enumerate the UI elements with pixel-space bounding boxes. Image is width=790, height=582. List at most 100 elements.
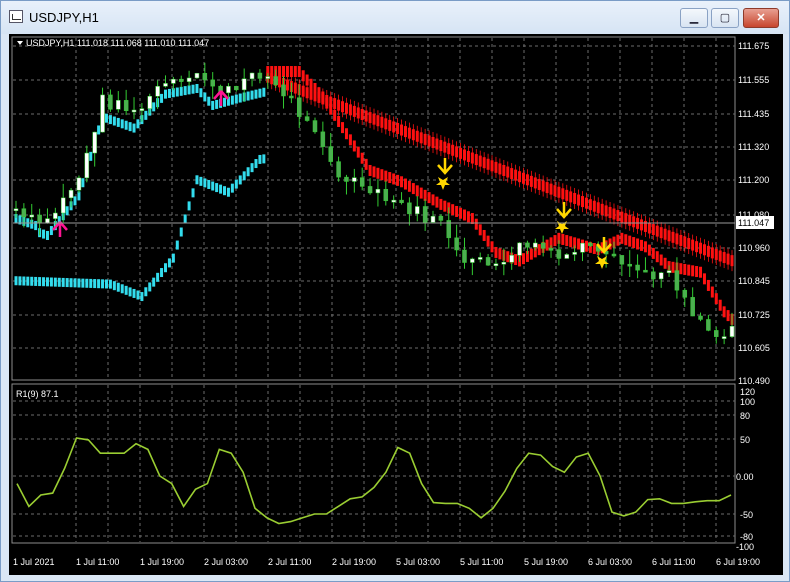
up-band-bar: [132, 288, 136, 298]
up-band-bar: [34, 276, 38, 286]
candle-body: [312, 120, 318, 133]
down-band-bar: [403, 178, 407, 190]
up-band-bar: [152, 102, 156, 112]
up-band-bar: [160, 268, 164, 278]
candle-body: [139, 108, 145, 111]
up-band-bar: [234, 94, 238, 104]
candle-body: [76, 177, 82, 191]
chart-window-icon: [9, 10, 23, 23]
candle-body: [415, 206, 420, 215]
up-band-bar: [26, 276, 30, 286]
candle-body: [438, 215, 444, 221]
candle-body: [493, 263, 499, 266]
indicator-tick: 0.00: [736, 472, 754, 482]
candle-body: [123, 100, 129, 111]
down-band-bar: [643, 241, 647, 253]
price-tick: 111.675: [738, 41, 769, 51]
up-band-bar: [195, 83, 199, 93]
up-band-bar: [167, 88, 171, 98]
up-band-bar: [199, 88, 203, 98]
down-band-bar: [360, 152, 364, 164]
up-band-bar: [144, 287, 148, 297]
candle-body: [289, 95, 294, 99]
down-band-bar: [364, 158, 368, 170]
up-band-bar: [234, 179, 238, 189]
candle-body: [297, 97, 302, 117]
candle-body: [375, 188, 381, 194]
up-band-bar: [207, 96, 211, 106]
down-band-bar: [325, 97, 329, 109]
up-band-bar: [97, 279, 101, 289]
down-band-bar: [545, 239, 549, 251]
candle-body: [163, 83, 168, 87]
up-band-bar: [167, 258, 171, 268]
up-band-bar: [262, 87, 266, 97]
candle-body: [533, 242, 538, 248]
down-band-bar: [529, 248, 533, 260]
down-band-bar: [388, 172, 392, 184]
time-tick: 1 Jul 19:00: [140, 557, 184, 567]
down-band-bar: [482, 229, 486, 241]
maximize-button[interactable]: ▢: [711, 8, 739, 28]
up-band-bar: [230, 95, 234, 105]
up-band-bar: [136, 119, 140, 129]
chart-area[interactable]: USDJPY,H1 111.018 111.068 111.010 111.04…: [9, 34, 783, 575]
price-tick: 111.200: [738, 175, 769, 185]
down-band-bar: [679, 263, 683, 275]
price-tick: 111.320: [738, 142, 769, 152]
up-band-bar: [104, 113, 108, 123]
down-band-bar: [309, 78, 313, 90]
down-band-bar: [624, 234, 628, 246]
candle-body: [706, 319, 711, 331]
up-band-bar: [163, 89, 167, 99]
candle-body: [194, 73, 200, 79]
candle-body: [68, 189, 74, 199]
candle-body: [721, 336, 727, 339]
down-band-bar: [344, 128, 348, 140]
candle-body: [37, 214, 42, 224]
candle-body: [21, 208, 27, 218]
candle-body: [729, 326, 735, 337]
down-band-bar: [584, 240, 588, 252]
candle-body: [344, 176, 349, 182]
down-band-bar: [396, 174, 400, 186]
up-band-bar: [89, 278, 93, 288]
candle-body: [643, 269, 648, 273]
candle-body: [540, 242, 546, 249]
down-band-bar: [411, 183, 415, 195]
up-band-bar: [140, 292, 144, 302]
time-tick: 1 Jul 2021: [13, 557, 55, 567]
up-band-bar: [69, 278, 73, 288]
down-band-bar: [628, 235, 632, 247]
up-band-bar: [38, 277, 42, 287]
down-band-bar: [435, 196, 439, 208]
down-band-bar: [313, 82, 317, 94]
down-band-bar: [419, 187, 423, 199]
up-band-bar: [57, 277, 61, 287]
up-band-bar: [195, 175, 199, 185]
up-band-bar: [203, 178, 207, 188]
up-band-bar: [191, 84, 195, 94]
down-band-bar: [392, 173, 396, 185]
candle-body: [147, 95, 153, 109]
symbol-header: USDJPY,H1 111.018 111.068 111.010 111.04…: [26, 38, 209, 48]
candle-body: [422, 206, 428, 223]
time-tick: 6 Jul 03:00: [588, 557, 632, 567]
up-band-bar: [116, 282, 120, 292]
indicator-tick: 100: [740, 397, 755, 407]
close-button[interactable]: ✕: [743, 8, 779, 28]
up-band-bar: [215, 99, 219, 109]
down-band-bar: [356, 146, 360, 158]
candle-body: [454, 237, 459, 251]
title-bar[interactable]: USDJPY,H1 ▁ ▢ ✕: [1, 1, 789, 34]
up-band-bar: [171, 253, 175, 263]
up-band-bar: [61, 277, 65, 287]
down-band-bar: [494, 246, 498, 258]
time-tick: 2 Jul 19:00: [332, 557, 376, 567]
minimize-button[interactable]: ▁: [680, 8, 708, 28]
up-band-bar: [120, 284, 124, 294]
candle-body: [320, 131, 326, 147]
up-band-bar: [179, 227, 183, 237]
candle-body: [352, 177, 357, 182]
candle-body: [171, 78, 176, 84]
